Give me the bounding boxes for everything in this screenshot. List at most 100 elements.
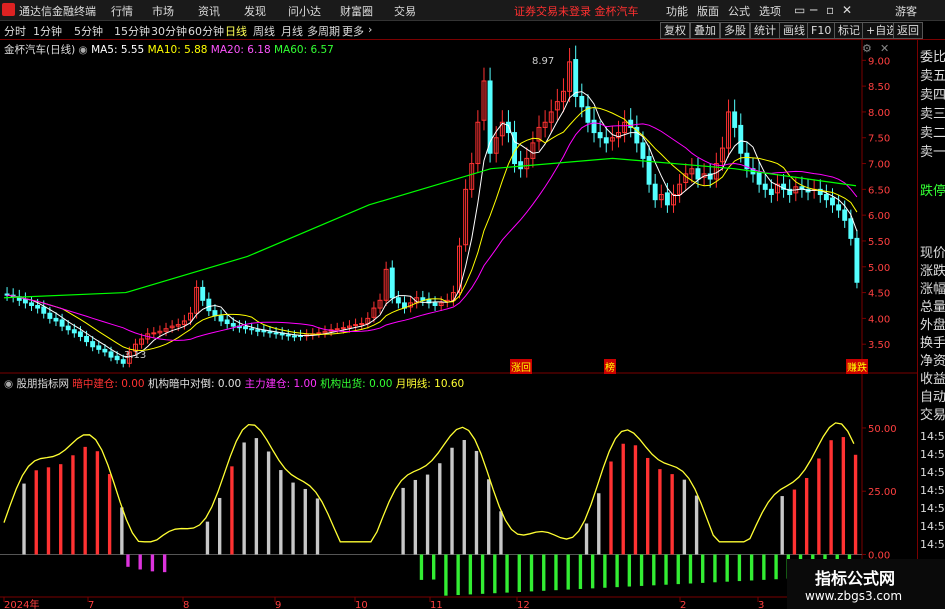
tab-1min[interactable]: 1分钟 [33, 23, 62, 39]
watermark: 指标公式网 www.zbgs3.com [787, 559, 945, 609]
chuhuo-bar [688, 554, 693, 584]
menu-jiaoyi[interactable]: 交易 [394, 3, 416, 19]
y-tick-label: 4.50 [868, 289, 890, 300]
chuhuo-bar [419, 554, 424, 580]
indicator-bar [450, 447, 454, 555]
chuhuo-bar [505, 554, 509, 593]
tab-more[interactable]: 更多 [342, 23, 364, 39]
chevron-right-icon[interactable]: › [368, 23, 372, 36]
toggle-icon[interactable]: ◉ [79, 44, 88, 56]
candle-body [579, 95, 585, 108]
tab-daily[interactable]: 日线 [225, 23, 247, 39]
candle-body [823, 194, 829, 201]
tab-60min[interactable]: 60分钟 [188, 23, 224, 39]
multi-stock-button[interactable]: 多股 [720, 22, 750, 39]
indicator-bar [242, 442, 246, 555]
candle-body [597, 132, 603, 139]
chuhuo-bar [590, 554, 595, 589]
price-chart-area[interactable]: 3.50 4.00 4.50 5.00 5.50 6.00 6.50 7.00 7.50 8.00… [0, 40, 945, 609]
event-mark-3[interactable]: 赚跌 [846, 359, 868, 374]
y-tick-label: 6.00 [868, 211, 890, 222]
y-axis-labels: 3.50 4.00 4.50 5.00 5.50 6.00 6.50 7.00 7.50 8.00… [3, 56, 897, 609]
menu-gongneng[interactable]: 功能 [666, 3, 688, 19]
chuhuo-bar [676, 554, 680, 585]
menu-hangqing[interactable]: 行情 [111, 3, 133, 19]
menu-shichang[interactable]: 市场 [152, 3, 174, 19]
menu-xuanxiang[interactable]: 选项 [759, 3, 781, 19]
event-mark-2[interactable]: 榜 [604, 359, 616, 374]
candle-body [316, 332, 322, 335]
quote-label-8: 涨跌 [920, 264, 945, 279]
indicator-bar [853, 454, 858, 555]
quote-label-5: 卖一 [920, 145, 945, 160]
quote-label-3: 卖三 [920, 107, 945, 122]
tab-5min[interactable]: 5分钟 [74, 23, 103, 39]
f10-button[interactable]: F10 [807, 22, 836, 39]
candle-body [640, 142, 646, 159]
candle-body [664, 192, 670, 206]
y-tick-label: 9.00 [868, 56, 890, 67]
candle-body [395, 297, 401, 304]
mark-button[interactable]: 标记 [834, 22, 864, 39]
sub-indicator-name: 股朋指标网 [16, 378, 70, 390]
title-bar: 通达信金融终端 行情 市场 资讯 发现 问小达 财富圈 交易 证券交易未登录 金… [0, 0, 945, 21]
chuhuo-bar [701, 554, 705, 583]
indicator-bar [120, 507, 124, 555]
tab-fenshi[interactable]: 分时 [4, 23, 26, 39]
x-tick-label: 2024年 [4, 598, 39, 609]
tab-15min[interactable]: 15分钟 [114, 23, 150, 39]
minimize-icon[interactable]: ─ [810, 3, 817, 17]
low-price-label: 3.13 [124, 350, 147, 361]
tab-multi[interactable]: 多周期 [307, 23, 340, 39]
tab-30min[interactable]: 30分钟 [151, 23, 187, 39]
chuhuo-bar [615, 554, 619, 588]
indicator-bar [670, 474, 674, 555]
y-tick-label: 5.50 [868, 237, 890, 248]
candle-body [732, 111, 738, 128]
chuhuo-bar [603, 554, 607, 588]
menu-banmian[interactable]: 版面 [697, 3, 719, 19]
candle-body [84, 335, 89, 343]
indicator-bar [22, 483, 26, 555]
quote-label-16: 交易 [920, 408, 945, 423]
menu-gongshi[interactable]: 公式 [728, 3, 750, 19]
quote-label-13: 净资 [920, 354, 945, 369]
draw-line-button[interactable]: 画线 [779, 22, 809, 39]
user-label[interactable]: 游客 [895, 3, 917, 19]
maximize-icon[interactable]: ▫ [826, 3, 834, 17]
x-tick-label: 10 [355, 600, 368, 609]
candle-body [71, 329, 77, 334]
chuhuo-bar [749, 554, 754, 581]
indicator-bar [487, 479, 491, 555]
restore-icon[interactable]: ▭ [794, 3, 805, 17]
menu-wenxiaoda[interactable]: 问小达 [288, 3, 321, 19]
indicator-bar [658, 469, 662, 555]
y-tick-label: 7.50 [868, 134, 890, 145]
tab-weekly[interactable]: 周线 [253, 23, 275, 39]
indicator-bar [34, 470, 38, 555]
stats-button[interactable]: 统计 [750, 22, 780, 39]
indicator-bar [462, 440, 466, 555]
close-chart-icon[interactable]: ✕ [880, 42, 889, 55]
candle-body [41, 306, 47, 314]
candle-body [573, 59, 579, 97]
back-button[interactable]: 返回 [893, 22, 923, 39]
candle-body [151, 332, 157, 335]
candle-body [102, 348, 108, 353]
menu-zixun[interactable]: 资讯 [198, 3, 220, 19]
close-icon[interactable]: ✕ [842, 3, 852, 17]
sub-indicator-icon[interactable]: ◉ [4, 378, 13, 390]
candlestick-series [4, 45, 860, 368]
indicator-bar [425, 474, 430, 555]
x-tick-label: 2 [680, 600, 686, 609]
fuquan-button[interactable]: 复权 [660, 22, 690, 39]
chuhuo-bar [578, 554, 583, 589]
event-mark-1[interactable]: 涨回 [510, 359, 532, 374]
tab-monthly[interactable]: 月线 [281, 23, 303, 39]
menu-faxian[interactable]: 发现 [244, 3, 266, 19]
y-tick-label: 5.00 [868, 263, 890, 274]
menu-caifuquan[interactable]: 财富圈 [340, 3, 373, 19]
overlay-button[interactable]: 叠加 [690, 22, 720, 39]
jigou-duidao-label: 机构暗中对倒: 0.00 [147, 378, 242, 390]
settings-icon[interactable]: ⚙ [862, 42, 872, 55]
